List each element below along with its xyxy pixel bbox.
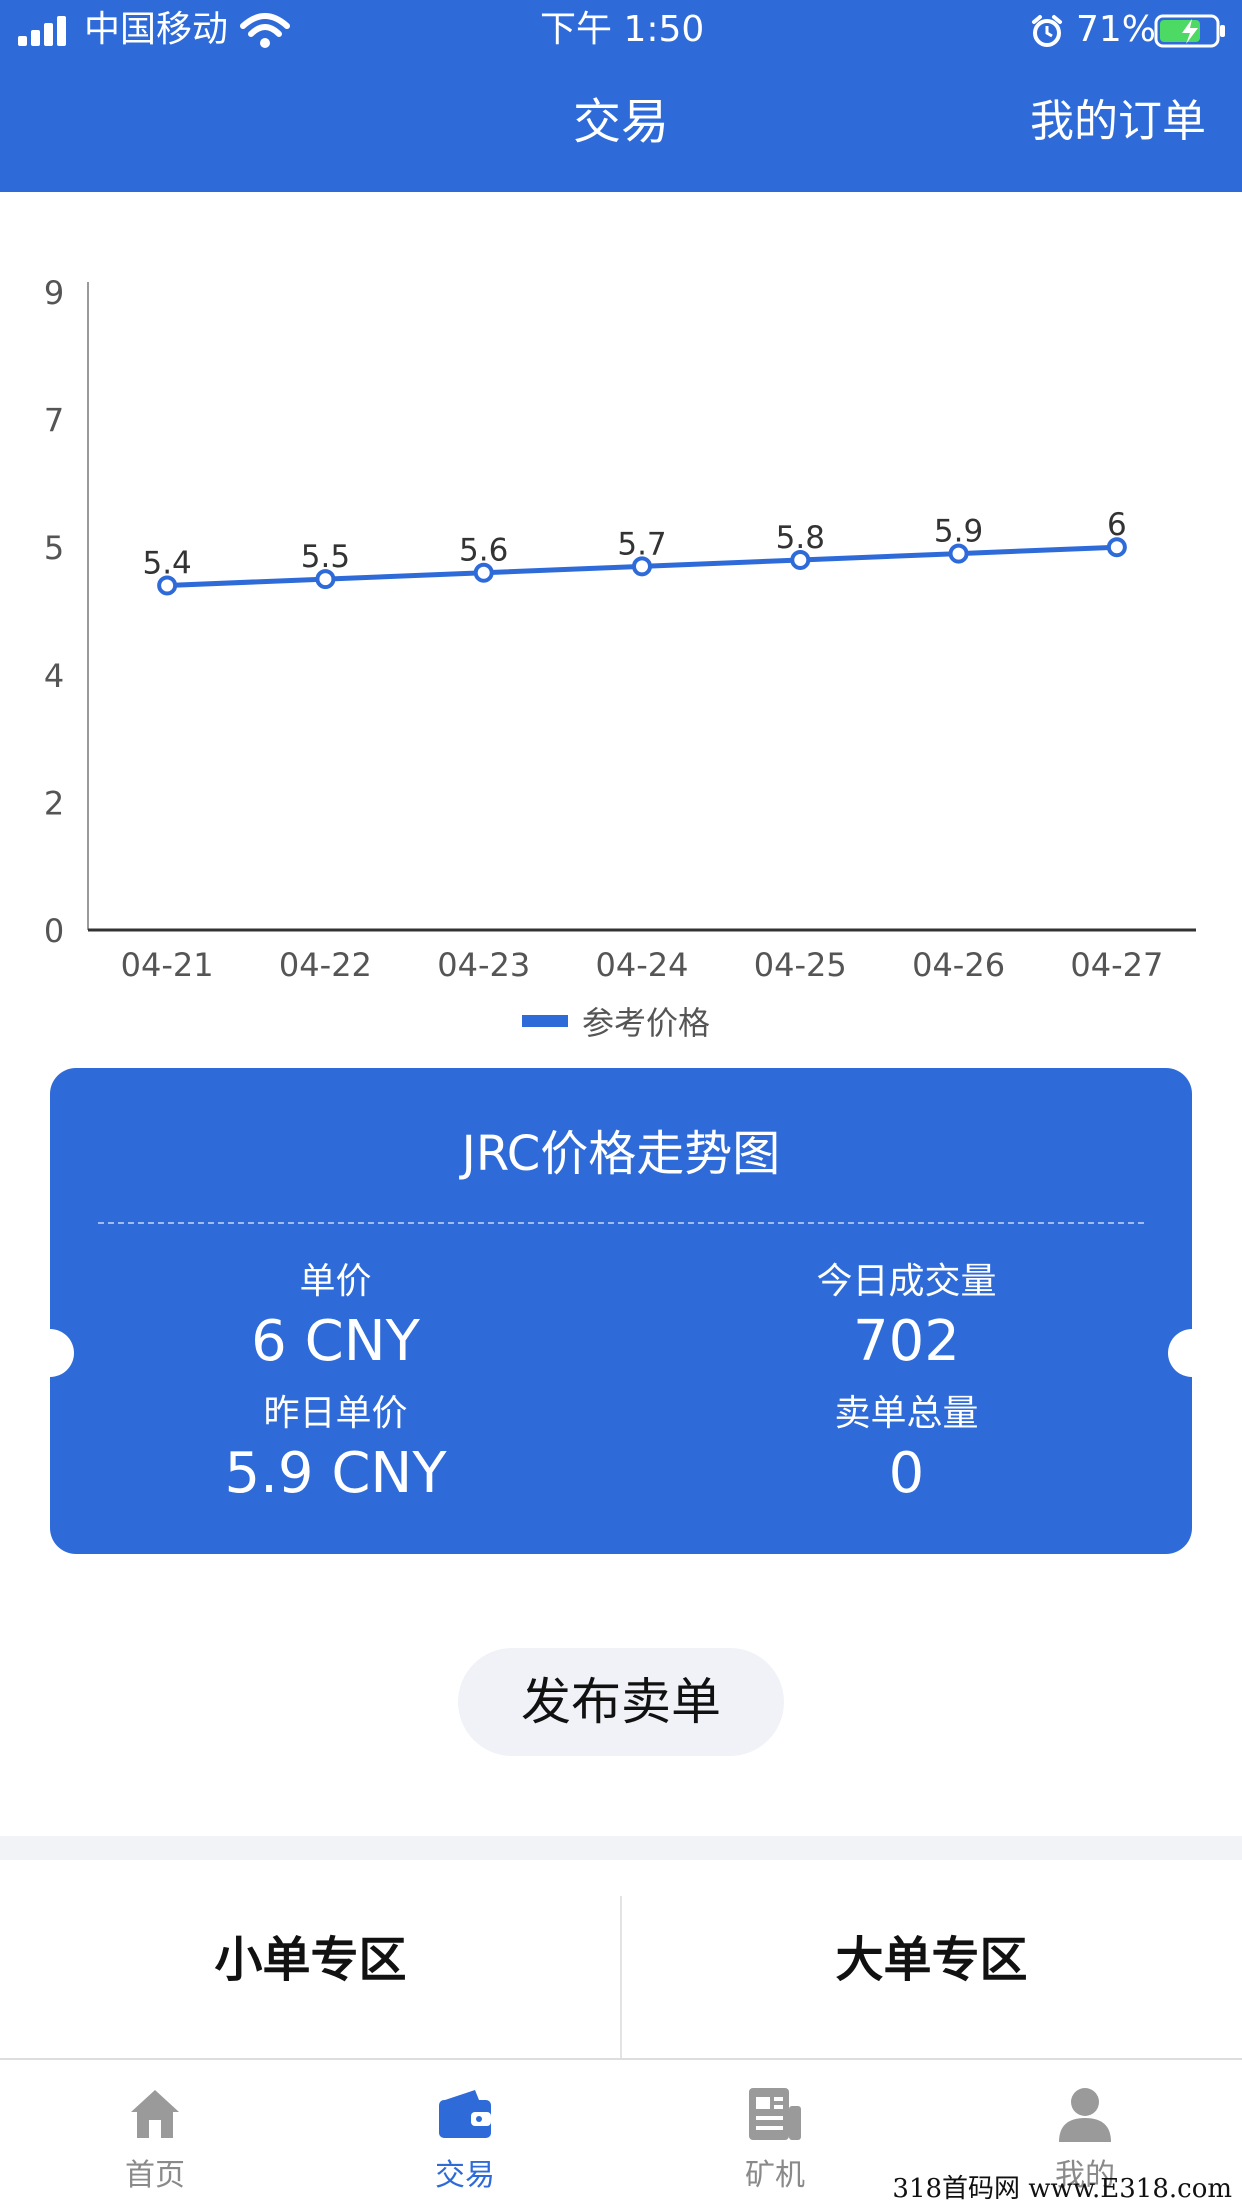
legend-swatch [522,1015,568,1027]
carrier-name: 中国移动 [84,9,229,50]
tab-miner[interactable]: 矿机 [620,2060,930,2210]
small-order-zone[interactable]: 小单专区 [0,1860,621,2060]
user-icon [1059,2088,1111,2142]
status-time: 下午 1:50 [540,9,705,50]
x-tick-label: 04-27 [1070,946,1163,984]
x-tick-label: 04-26 [912,946,1005,984]
watermark: 318首码网 www.E318.com [892,2174,1232,2204]
battery-icon [1154,14,1225,48]
app-header: 交易 我的订单 [0,62,1242,192]
today-volume-label: 今日成交量 [816,1261,997,1302]
data-label: 5.7 [617,526,666,562]
tab-trade[interactable]: 交易 [310,2060,620,2210]
x-tick-label: 04-24 [596,946,689,984]
y-tick-label: 7 [44,402,64,440]
alarm-icon [1032,15,1062,47]
unit-price-label: 单价 [299,1261,372,1302]
signal-icon [18,16,66,46]
battery-percent: 71% [1076,9,1157,50]
wallet-icon [439,2090,491,2138]
yesterday-price-value: 5.9 CNY [224,1441,447,1506]
miner-icon [749,2088,801,2140]
data-label: 5.8 [776,520,825,556]
tab-label: 首页 [125,2158,185,2193]
y-tick-label: 4 [44,657,64,695]
tab-label: 交易 [435,2158,495,2193]
large-order-zone[interactable]: 大单专区 [621,1860,1242,2060]
y-tick-label: 9 [44,274,64,312]
wifi-icon [240,13,290,48]
y-tick-label: 2 [44,784,64,822]
section-divider [0,1836,1242,1860]
unit-price-value: 6 CNY [251,1309,420,1374]
today-volume-value: 702 [853,1309,960,1374]
price-line-chart: 0 2 4 5 7 9 04-21 04-22 04-23 04-24 04-25 04-26 04-2… [44,274,1196,1042]
y-tick-label: 0 [44,912,64,950]
home-icon [131,2090,179,2138]
my-orders-link[interactable]: 我的订单 [1030,92,1206,152]
price-card: JRC价格走势图 单价 6 CNY 今日成交量 702 昨日单价 5.9 CNY… [50,1068,1192,1554]
sell-total-value: 0 [888,1441,925,1506]
data-label: 5.6 [459,533,508,569]
tab-label: 矿机 [745,2158,805,2193]
data-label: 5.9 [934,514,983,550]
data-label: 5.4 [142,545,191,581]
x-tick-label: 04-21 [121,946,214,984]
card-title: JRC价格走势图 [461,1126,781,1182]
order-zones: 小单专区 大单专区 [0,1860,1242,2060]
legend-label: 参考价格 [582,1004,710,1042]
publish-sell-button[interactable]: 发布卖单 [458,1648,784,1756]
x-tick-label: 04-25 [754,946,847,984]
y-tick-label: 5 [44,529,64,567]
data-label: 6 [1107,507,1127,543]
tab-home[interactable]: 首页 [0,2060,310,2210]
yesterday-price-label: 昨日单价 [263,1393,408,1434]
price-chart: 0 2 4 5 7 9 04-21 04-22 04-23 04-24 04-25 04-26 04-2… [0,192,1242,1072]
status-bar: 中国移动 下午 1:50 71% [0,0,1242,62]
x-tick-label: 04-22 [279,946,372,984]
x-tick-label: 04-23 [437,946,530,984]
sell-total-label: 卖单总量 [834,1393,979,1434]
data-label: 5.5 [301,539,350,575]
dashed-divider [98,1222,1144,1224]
